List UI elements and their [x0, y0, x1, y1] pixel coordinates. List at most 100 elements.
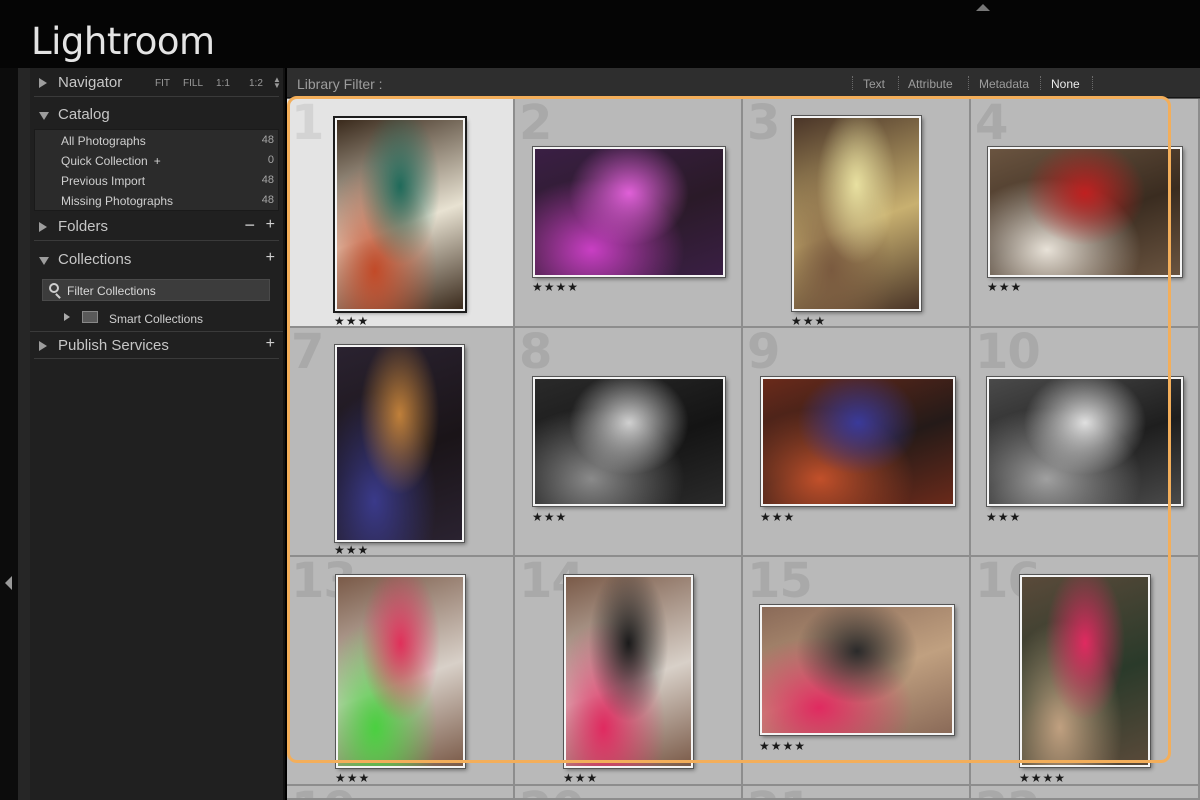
photo-cell[interactable]: 7 ★★★	[287, 328, 515, 557]
expand-triangle-icon[interactable]	[39, 222, 47, 232]
photo-cell[interactable]: 22	[971, 786, 1200, 800]
top-panel-toggle-icon[interactable]	[976, 4, 990, 11]
collection-set-icon	[82, 311, 98, 323]
photo-thumbnail[interactable]	[760, 605, 954, 735]
photo-cell[interactable]: 21	[743, 786, 971, 800]
photo-thumbnail[interactable]	[761, 377, 955, 506]
divider	[1040, 76, 1041, 90]
photo-cell[interactable]: 19	[287, 786, 515, 800]
collections-label: Collections	[58, 251, 132, 268]
catalog-item-all-photographs[interactable]: All Photographs 48	[35, 130, 280, 150]
add-collection-icon[interactable]: +	[266, 249, 275, 267]
add-folder-icon[interactable]: +	[266, 216, 275, 234]
star-rating[interactable]: ★★★★	[759, 739, 806, 753]
star-rating[interactable]: ★★★	[334, 543, 369, 555]
left-panel-collapse-strip[interactable]	[0, 68, 18, 800]
filter-option-attribute[interactable]: Attribute	[908, 77, 953, 91]
quick-collection-plus[interactable]: +	[154, 154, 161, 168]
catalog-item-missing-photographs[interactable]: Missing Photographs 48	[35, 190, 280, 210]
cell-index-number: 9	[747, 328, 780, 380]
photo-cell[interactable]: 20	[515, 786, 743, 800]
zoom-fit[interactable]: FIT	[155, 78, 170, 89]
title-bar: Lightroom	[0, 0, 1200, 68]
library-grid-view: Library Filter : Text Attribute Metadata…	[287, 68, 1200, 800]
library-filter-title: Library Filter :	[297, 76, 383, 92]
star-rating[interactable]: ★★★	[334, 314, 369, 326]
filter-option-text[interactable]: Text	[863, 77, 885, 91]
filter-option-none[interactable]: None	[1051, 77, 1080, 91]
folders-label: Folders	[58, 218, 109, 235]
zoom-1-1[interactable]: 1:1	[216, 78, 230, 89]
expand-triangle-icon[interactable]	[64, 313, 70, 321]
star-rating[interactable]: ★★★	[563, 771, 598, 784]
catalog-item-previous-import[interactable]: Previous Import 48	[35, 170, 280, 190]
photo-thumbnail[interactable]	[336, 575, 465, 768]
navigator-header[interactable]: Navigator FIT FILL 1:1 1:2 ▲ ▼	[30, 69, 283, 97]
divider	[852, 76, 853, 90]
catalog-item-count: 0	[267, 154, 274, 166]
photo-cell[interactable]: 1 ★★★	[287, 99, 515, 328]
cell-index-number: 22	[975, 786, 1041, 798]
photo-thumbnail[interactable]	[988, 147, 1182, 277]
expand-triangle-icon[interactable]	[39, 78, 47, 88]
star-rating[interactable]: ★★★	[335, 771, 370, 784]
folders-header[interactable]: Folders − +	[30, 213, 283, 241]
photo-cell[interactable]: 8 ★★★	[515, 328, 743, 557]
collapse-left-arrow-icon[interactable]	[5, 576, 12, 590]
add-publish-service-icon[interactable]: +	[266, 335, 275, 353]
collections-header[interactable]: Collections +	[30, 246, 283, 274]
divider	[1092, 76, 1093, 90]
photo-cell[interactable]: 16 ★★★★	[971, 557, 1200, 786]
collapse-triangle-icon[interactable]	[39, 112, 49, 120]
publish-services-header[interactable]: Publish Services +	[30, 331, 283, 359]
star-rating[interactable]: ★★★	[986, 510, 1021, 524]
photo-cell[interactable]: 10 ★★★	[971, 328, 1200, 557]
zoom-fill[interactable]: FILL	[183, 78, 203, 89]
star-rating[interactable]: ★★★	[532, 510, 567, 524]
photo-thumbnail[interactable]	[533, 147, 725, 277]
star-rating[interactable]: ★★★	[760, 510, 795, 524]
photo-cell[interactable]: 14 ★★★	[515, 557, 743, 786]
remove-folder-icon[interactable]: −	[244, 215, 255, 236]
catalog-item-count: 48	[261, 134, 274, 146]
filter-collections-placeholder: Filter Collections	[67, 284, 156, 298]
cell-index-number: 4	[975, 99, 1008, 151]
star-rating[interactable]: ★★★	[791, 314, 826, 326]
catalog-label: Catalog	[58, 106, 110, 123]
smart-collections-item[interactable]: Smart Collections	[34, 307, 279, 329]
cell-index-number: 2	[519, 99, 552, 151]
panel-gutter	[18, 68, 30, 800]
star-rating[interactable]: ★★★	[987, 280, 1022, 294]
photo-thumbnail[interactable]	[335, 118, 465, 311]
divider	[34, 240, 279, 241]
search-icon	[49, 283, 59, 293]
photo-thumbnail[interactable]	[533, 377, 725, 506]
publish-services-label: Publish Services	[58, 337, 169, 354]
catalog-header[interactable]: Catalog	[30, 101, 283, 129]
catalog-item-quick-collection[interactable]: Quick Collection + 0	[35, 150, 280, 170]
filter-option-metadata[interactable]: Metadata	[979, 77, 1029, 91]
filter-collections-input[interactable]: Filter Collections	[42, 279, 270, 301]
photo-thumbnail[interactable]	[564, 575, 693, 768]
photo-cell[interactable]: 13 ★★★	[287, 557, 515, 786]
collapse-triangle-icon[interactable]	[39, 257, 49, 265]
expand-triangle-icon[interactable]	[39, 341, 47, 351]
photo-cell[interactable]: 15 ★★★★	[743, 557, 971, 786]
photo-cell[interactable]: 3 ★★★	[743, 99, 971, 328]
divider	[34, 96, 279, 97]
cell-index-number: 10	[975, 328, 1041, 380]
photo-thumbnail[interactable]	[1020, 575, 1150, 767]
zoom-stepper-icon[interactable]: ▲ ▼	[273, 76, 281, 90]
photo-cell[interactable]: 4 ★★★	[971, 99, 1200, 328]
cell-index-number: 21	[747, 786, 813, 798]
star-rating[interactable]: ★★★★	[532, 280, 579, 294]
cell-index-number: 1	[291, 99, 324, 151]
star-rating[interactable]: ★★★★	[1019, 771, 1066, 784]
photo-thumbnail[interactable]	[335, 345, 464, 542]
photo-thumbnail[interactable]	[792, 116, 921, 311]
zoom-1-2[interactable]: 1:2	[249, 78, 263, 89]
photo-thumbnail[interactable]	[987, 377, 1183, 506]
photo-cell[interactable]: 2 ★★★★	[515, 99, 743, 328]
divider	[968, 76, 969, 90]
photo-cell[interactable]: 9 ★★★	[743, 328, 971, 557]
